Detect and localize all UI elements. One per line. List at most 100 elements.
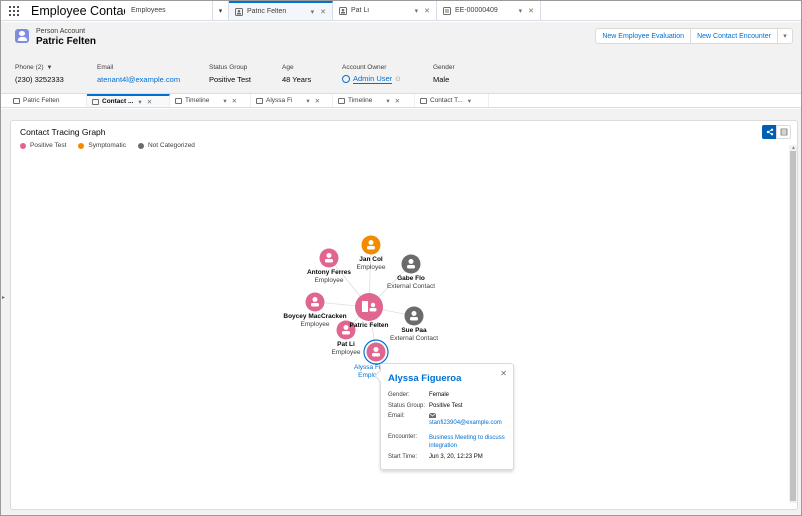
field-email: Email atenant4l@example.com	[97, 63, 209, 84]
record-icon	[175, 97, 182, 104]
chevron-down-icon[interactable]: ▾	[138, 98, 141, 106]
nav-tab-employees[interactable]: Employees	[125, 1, 213, 20]
subtab-label: Alyssa Fi	[266, 97, 293, 104]
node-gabe-flo[interactable]	[401, 254, 421, 274]
close-icon[interactable]: ✕	[395, 97, 400, 105]
new-contact-encounter-button[interactable]: New Contact Encounter	[690, 28, 778, 44]
popover-key: Email:	[388, 413, 405, 419]
account-owner-link[interactable]: Admin User	[353, 74, 393, 84]
popover-key: Gender:	[388, 392, 410, 398]
person-icon	[370, 302, 376, 308]
chevron-down-icon[interactable]: ▾	[415, 7, 419, 15]
record-name: Patric Felten	[36, 36, 97, 47]
person-account-icon	[339, 6, 347, 15]
record-icon	[420, 97, 427, 104]
node-sue-paa[interactable]	[404, 306, 424, 326]
person-account-icon	[13, 97, 20, 104]
node-label-pat-li: Pat Li Employee	[331, 341, 361, 356]
close-icon[interactable]: ✕	[232, 97, 237, 105]
person-icon	[326, 253, 332, 258]
record-icon	[338, 97, 345, 104]
subtab-alyssa[interactable]: Alyssa Fi ▾ ✕	[251, 94, 333, 107]
chevron-down-icon[interactable]: ▾	[213, 1, 229, 20]
chevron-down-icon[interactable]: ▾	[306, 97, 309, 105]
node-label-gabe-flo: Gabe Flo External Contact	[386, 275, 436, 290]
person-icon	[411, 311, 417, 316]
node-jan-col[interactable]	[361, 235, 381, 255]
popover-email-link[interactable]: stanfi23904@example.com	[429, 420, 502, 426]
field-label: Phone (2)	[15, 64, 44, 71]
popover-title[interactable]: Alyssa Figueroa	[388, 373, 461, 384]
close-icon[interactable]: ✕	[528, 7, 534, 15]
record-type: Person Account	[36, 28, 86, 35]
chevron-down-icon[interactable]: ▾	[386, 97, 389, 105]
app-name: Employee Contact...	[31, 3, 125, 18]
popover-value: Positive Test	[429, 403, 463, 409]
node-boycey-maccracken[interactable]	[305, 292, 325, 312]
node-label-boycey-maccracken: Boycey MacCracken Employee	[283, 313, 347, 328]
node-patric-felten[interactable]	[355, 293, 383, 321]
close-icon[interactable]: ✕	[500, 369, 507, 378]
person-account-icon	[256, 97, 263, 104]
subtab-patric-felten[interactable]: Patric Felten	[1, 94, 87, 107]
change-owner-icon[interactable]: ⚇	[395, 76, 400, 83]
node-label-antony-ferres: Antony Ferres Employee	[306, 269, 352, 284]
field-label: Email	[97, 64, 114, 71]
node-detail-popover: ✕ Alyssa Figueroa Gender: Female Status …	[374, 363, 514, 470]
close-icon[interactable]: ✕	[147, 98, 152, 106]
new-employee-evaluation-button[interactable]: New Employee Evaluation	[595, 28, 692, 44]
close-icon[interactable]: ✕	[320, 8, 326, 16]
chevron-down-icon[interactable]: ▾	[468, 97, 471, 105]
popover-row-gender: Gender: Female	[388, 392, 513, 398]
highlight-fields: Phone (2) ▼ (230) 3252333 Email atenant4l…	[15, 63, 493, 84]
top-nav: Employee Contact... Employees ▾ Patric F…	[1, 1, 801, 21]
app-launcher-icon[interactable]	[1, 1, 27, 20]
field-value: (230) 3252333	[15, 74, 64, 84]
subtab-contact-tracing[interactable]: Contact ... ▾ ✕	[87, 94, 170, 107]
field-value: 48 Years	[282, 74, 312, 84]
person-icon	[368, 240, 374, 245]
popover-value: Jun 3, 20, 12:23 PM	[429, 454, 483, 460]
subtab-label: Timeline	[185, 97, 210, 104]
chevron-down-icon[interactable]: ▼	[47, 65, 53, 71]
subtab-label: Contact T...	[430, 97, 463, 104]
close-icon[interactable]: ✕	[424, 7, 430, 15]
scrollbar-thumb[interactable]	[790, 151, 796, 501]
node-label-sue-paa: Sue Paa External Contact	[389, 327, 439, 342]
subtab-timeline-2[interactable]: Timeline ▾ ✕	[333, 94, 415, 107]
nav-tab-label: EE-00000409	[455, 7, 498, 14]
person-icon	[312, 297, 318, 302]
chevron-down-icon[interactable]: ▾	[311, 8, 315, 16]
subtab-timeline-1[interactable]: Timeline ▾ ✕	[170, 94, 251, 107]
field-account-owner: Account Owner Admin User ⚇	[342, 63, 433, 84]
subtab-label: Contact ...	[102, 98, 134, 105]
close-icon[interactable]: ✕	[315, 97, 320, 105]
popover-key: Encounter:	[388, 434, 418, 440]
node-alyssa-figueroa[interactable]	[363, 339, 389, 365]
record-icon	[92, 98, 99, 105]
person-account-icon	[235, 7, 243, 16]
subtab-contact-trace[interactable]: Contact T... ▾	[415, 94, 489, 107]
popover-row-status: Status Group: Positive Test	[388, 403, 513, 409]
node-label-jan-col: Jan Col Employee	[356, 256, 386, 271]
field-value: Positive Test	[209, 74, 251, 84]
person-icon	[408, 259, 414, 264]
subtab-bar: Patric Felten Contact ... ▾ ✕ Timeline ▾…	[1, 94, 801, 108]
node-antony-ferres[interactable]	[319, 248, 339, 268]
chevron-down-icon[interactable]: ▾	[223, 97, 226, 105]
chevron-down-icon[interactable]: ▾	[519, 7, 523, 15]
nav-tab-ee-record[interactable]: EE-00000409 ▾ ✕	[437, 1, 541, 20]
popover-row-encounter: Encounter: Business Meeting to discuss i…	[388, 434, 513, 450]
panel-resize-handle[interactable]: ▸	[2, 294, 5, 301]
popover-row-email: Email: stanfi23904@example.com	[388, 413, 513, 426]
popover-encounter-link[interactable]: Business Meeting to discuss integration	[429, 434, 511, 450]
nav-tab-patric-felten[interactable]: Patric Felten ▾ ✕	[229, 1, 333, 20]
nav-tab-pat-li[interactable]: Pat Li ▾ ✕	[333, 1, 437, 20]
nav-tab-label: Pat Li	[351, 7, 369, 14]
popover-key: Start Time:	[388, 454, 418, 460]
more-actions-button[interactable]: ▾	[777, 28, 793, 44]
popover-row-start-time: Start Time: Jun 3, 20, 12:23 PM	[388, 454, 513, 460]
field-status-group: Status Group Positive Test	[209, 63, 282, 84]
email-link[interactable]: atenant4l@example.com	[97, 74, 209, 84]
vertical-scrollbar[interactable]: ▲	[789, 145, 797, 503]
